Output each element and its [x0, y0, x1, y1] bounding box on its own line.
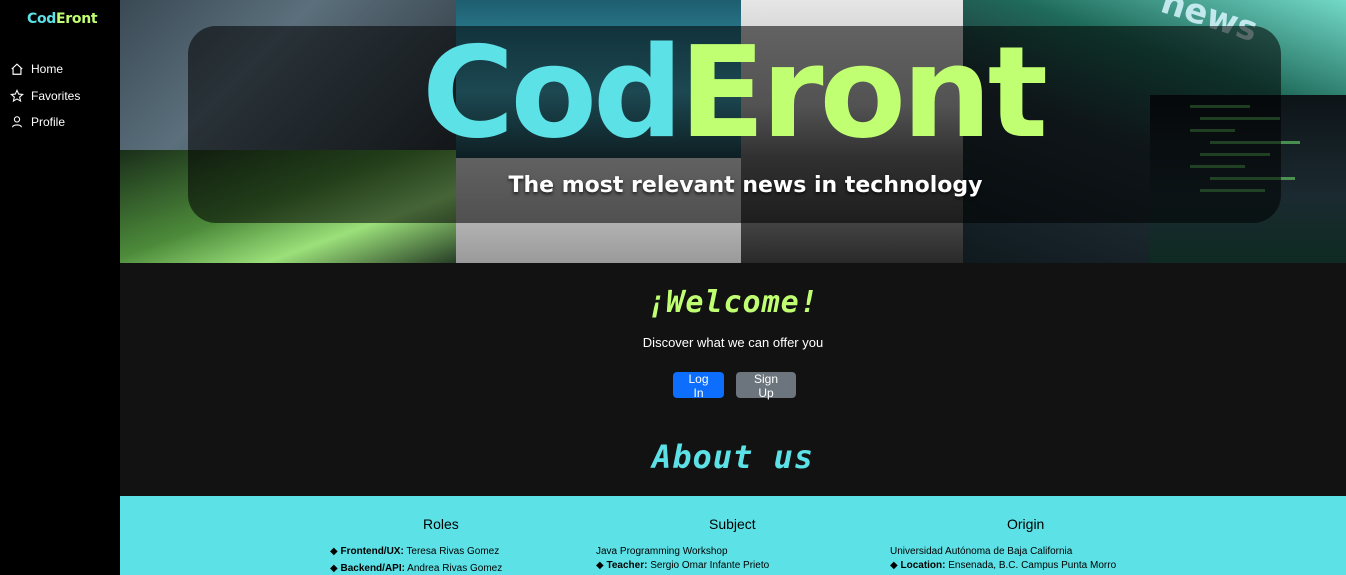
bullet-icon: ◆	[596, 560, 604, 571]
brand-part1: Cod	[27, 11, 57, 27]
user-icon	[12, 116, 22, 128]
sidebar-brand[interactable]: CodEront	[27, 11, 98, 27]
origin-line-location: ◆ Location: Ensenada, B.C. Campus Punta …	[890, 560, 1116, 571]
welcome-subtitle: Discover what we can offer you	[642, 335, 824, 350]
brand-part2: Eront	[56, 11, 98, 27]
about-title: About us	[651, 438, 815, 476]
sidebar: CodEront Home Favorites Profile	[0, 0, 120, 575]
sidebar-item-label: Favorites	[31, 88, 81, 103]
hero-logo: CodEront	[120, 30, 1346, 156]
sidebar-nav: Home Favorites Profile	[10, 56, 80, 136]
role-key: Frontend/UX:	[340, 546, 404, 557]
login-button[interactable]: Log In	[673, 372, 724, 400]
teacher-value: Sergio Omar Infante Prieto	[647, 560, 770, 571]
role-value: Teresa Rivas Gomez	[403, 546, 500, 557]
about-info: Roles ◆ Frontend/UX: Teresa Rivas Gomez …	[120, 496, 1346, 575]
role-key: Backend/API:	[340, 563, 405, 574]
subject-line-name: Java Programming Workshop	[596, 546, 728, 557]
welcome-section: ¡Welcome! Discover what we can offer you…	[120, 263, 1346, 496]
roles-line-backend: ◆ Backend/API: Andrea Rivas Gomez	[330, 563, 502, 574]
roles-line-frontend: ◆ Frontend/UX: Teresa Rivas Gomez	[330, 546, 499, 557]
location-value: Ensenada, B.C. Campus Punta Morro	[945, 560, 1117, 571]
sidebar-item-label: Home	[31, 62, 64, 77]
hero-tagline: The most relevant news in technology	[508, 173, 983, 198]
origin-line-university: Universidad Autónoma de Baja California	[890, 546, 1073, 557]
sidebar-item-home[interactable]: Home	[10, 56, 80, 83]
origin-title: Origin	[1007, 516, 1045, 532]
sidebar-item-favorites[interactable]: Favorites	[10, 83, 80, 110]
roles-title: Roles	[423, 516, 459, 532]
home-icon	[11, 63, 23, 76]
welcome-title: ¡Welcome!	[647, 285, 819, 320]
bullet-icon: ◆	[890, 560, 898, 571]
star-icon	[10, 88, 24, 102]
sidebar-item-profile[interactable]: Profile	[10, 109, 80, 136]
sidebar-item-label: Profile	[31, 115, 66, 130]
bullet-icon: ◆	[330, 563, 338, 574]
logo-part2: Eront	[679, 19, 1048, 166]
subject-title: Subject	[709, 516, 756, 532]
location-key: Location:	[900, 560, 946, 571]
auth-buttons: Log In Sign Up	[673, 372, 796, 400]
logo-part1: Cod	[422, 19, 683, 166]
subject-line-teacher: ◆ Teacher: Sergio Omar Infante Prieto	[596, 560, 769, 571]
role-value: Andrea Rivas Gomez	[404, 563, 503, 574]
bullet-icon: ◆	[330, 546, 338, 557]
hero-banner: news CodEront The most relevant news in …	[120, 0, 1346, 263]
signup-button[interactable]: Sign Up	[736, 372, 796, 400]
teacher-key: Teacher:	[606, 560, 648, 571]
